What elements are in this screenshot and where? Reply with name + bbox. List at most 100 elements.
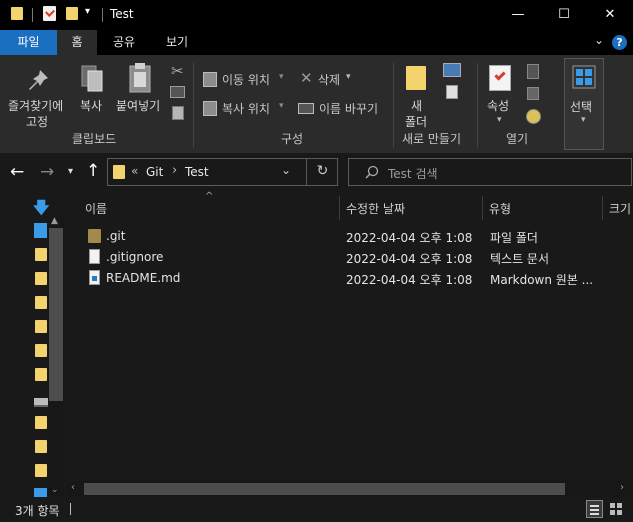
breadcrumb-overflow[interactable]: «	[131, 164, 138, 178]
divider	[393, 63, 394, 148]
tab-share[interactable]: 공유	[103, 30, 145, 55]
group-new-label: 새로 만들기	[402, 132, 462, 146]
tab-home[interactable]: 홈	[57, 30, 97, 55]
rename-button[interactable]: 이름 바꾸기	[298, 99, 388, 119]
divider	[193, 63, 194, 148]
search-box[interactable]: Test 검색	[348, 158, 632, 186]
table-row[interactable]: README.md 2022-04-04 오후 1:08 Markdown 원본…	[80, 269, 633, 289]
nav-folder-icon[interactable]	[35, 464, 47, 477]
quick-access-dropdown-icon[interactable]: ▾	[85, 6, 90, 17]
nav-folder-icon[interactable]	[35, 272, 47, 285]
properties-quick-access-icon[interactable]	[43, 6, 56, 21]
help-icon[interactable]: ?	[612, 35, 627, 50]
up-button[interactable]: ↑	[86, 161, 100, 181]
pin-to-quick-access-button[interactable]: 즐겨찾기에 고정	[4, 62, 72, 130]
nav-folder-icon[interactable]	[35, 320, 47, 333]
breadcrumb-test[interactable]: Test	[185, 165, 209, 179]
clipboard-icon	[129, 63, 151, 93]
copy-to-button[interactable]: 복사 위치 ▾	[203, 99, 293, 119]
nav-folder-icon[interactable]	[35, 416, 47, 429]
maximize-button[interactable]: ☐	[541, 0, 587, 30]
divider	[32, 8, 33, 22]
tab-file[interactable]: 파일	[0, 30, 57, 55]
tab-view[interactable]: 보기	[155, 30, 199, 55]
group-clipboard-label: 클립보드	[72, 132, 117, 146]
nav-item-desktop[interactable]	[34, 223, 47, 238]
history-icon[interactable]	[526, 109, 541, 124]
horizontal-scrollbar-thumb[interactable]	[84, 483, 565, 495]
drive-icon[interactable]	[34, 398, 48, 407]
select-button[interactable]: 선택 ▾	[564, 58, 604, 150]
chevron-down-icon: ▾	[497, 115, 502, 125]
properties-button[interactable]: 속성 ▾	[482, 62, 518, 130]
copy-icon	[81, 65, 103, 92]
divider	[477, 63, 478, 148]
column-header-name[interactable]: 이름	[85, 200, 107, 217]
quick-access-arrow-icon[interactable]: 🡇	[33, 197, 49, 224]
minimize-button[interactable]: —	[495, 0, 541, 30]
group-organize-label: 구성	[281, 132, 304, 146]
paste-shortcut-icon[interactable]	[172, 106, 184, 120]
breadcrumb-git[interactable]: Git	[146, 165, 163, 179]
forward-button[interactable]: →	[40, 162, 54, 182]
new-folder-button[interactable]: 새 폴더	[400, 62, 436, 130]
nav-scroll-down-icon[interactable]: ⌄	[51, 485, 59, 495]
new-item-icon[interactable]	[443, 63, 461, 77]
sort-indicator-icon: ^	[205, 191, 214, 202]
column-divider[interactable]	[602, 196, 603, 220]
column-header-modified[interactable]: 수정한 날짜	[346, 200, 405, 217]
file-type: Markdown 원본 ...	[490, 273, 594, 287]
nav-scroll-up-icon[interactable]: ▲	[51, 216, 58, 226]
column-header-type[interactable]: 유형	[489, 200, 511, 217]
details-view-button[interactable]	[586, 500, 603, 518]
copy-button[interactable]: 복사	[74, 62, 112, 130]
paste-button[interactable]: 붙여넣기	[114, 62, 166, 130]
copy-path-icon[interactable]	[170, 86, 185, 98]
address-bar[interactable]: « Git › Test ⌄ ↻	[107, 158, 338, 186]
nav-item-network[interactable]	[34, 488, 47, 497]
back-button[interactable]: ←	[10, 162, 24, 182]
address-dropdown-chevron-icon[interactable]: ⌄	[281, 163, 291, 177]
table-row[interactable]: .gitignore 2022-04-04 오후 1:08 텍스트 문서	[80, 248, 633, 268]
column-divider[interactable]	[482, 196, 483, 220]
recent-locations-chevron-icon[interactable]: ▾	[68, 166, 73, 177]
refresh-button[interactable]: ↻	[306, 158, 338, 186]
nav-folder-icon[interactable]	[35, 344, 47, 357]
window-title: Test	[110, 7, 134, 21]
properties-icon	[489, 65, 511, 91]
open-icon[interactable]	[527, 64, 539, 79]
divider	[102, 8, 103, 22]
easy-access-icon[interactable]	[446, 85, 458, 99]
item-count: 3개 항목	[15, 504, 60, 518]
new-folder-quick-access-icon[interactable]	[66, 7, 78, 20]
nav-folder-icon[interactable]	[35, 440, 47, 453]
nav-folder-icon[interactable]	[35, 296, 47, 309]
close-button[interactable]: ✕	[587, 0, 633, 30]
delete-label: 삭제	[318, 73, 341, 87]
nav-folder-icon[interactable]	[35, 248, 47, 261]
file-name: .git	[106, 229, 126, 243]
chevron-down-icon: ▾	[581, 115, 586, 125]
nav-folder-icon[interactable]	[35, 368, 47, 381]
scroll-right-icon[interactable]: ›	[620, 482, 624, 493]
cut-icon[interactable]: ✂	[171, 62, 184, 80]
chevron-down-icon: ▾	[279, 72, 284, 82]
copy-to-icon	[203, 101, 217, 116]
edit-icon[interactable]	[527, 87, 539, 100]
table-row[interactable]: .git 2022-04-04 오후 1:08 파일 폴더	[80, 227, 633, 247]
status-separator	[70, 503, 71, 515]
delete-button[interactable]: ✕ 삭제 ▾	[300, 69, 360, 90]
search-placeholder: Test 검색	[388, 167, 438, 181]
file-name: .gitignore	[106, 250, 164, 264]
file-name: README.md	[106, 271, 181, 285]
chevron-down-icon: ▾	[279, 101, 284, 111]
large-icons-view-button[interactable]	[608, 501, 625, 518]
file-type: 파일 폴더	[490, 231, 538, 245]
nav-scrollbar-thumb[interactable]	[49, 228, 63, 401]
column-header-size[interactable]: 크기	[609, 200, 631, 217]
scroll-left-icon[interactable]: ‹	[71, 482, 75, 493]
move-to-button[interactable]: 이동 위치 ▾	[203, 70, 293, 90]
collapse-ribbon-icon[interactable]: ⌄	[594, 33, 604, 47]
column-divider[interactable]	[339, 196, 340, 220]
title-bar: ▾ Test — ☐ ✕	[0, 0, 633, 30]
